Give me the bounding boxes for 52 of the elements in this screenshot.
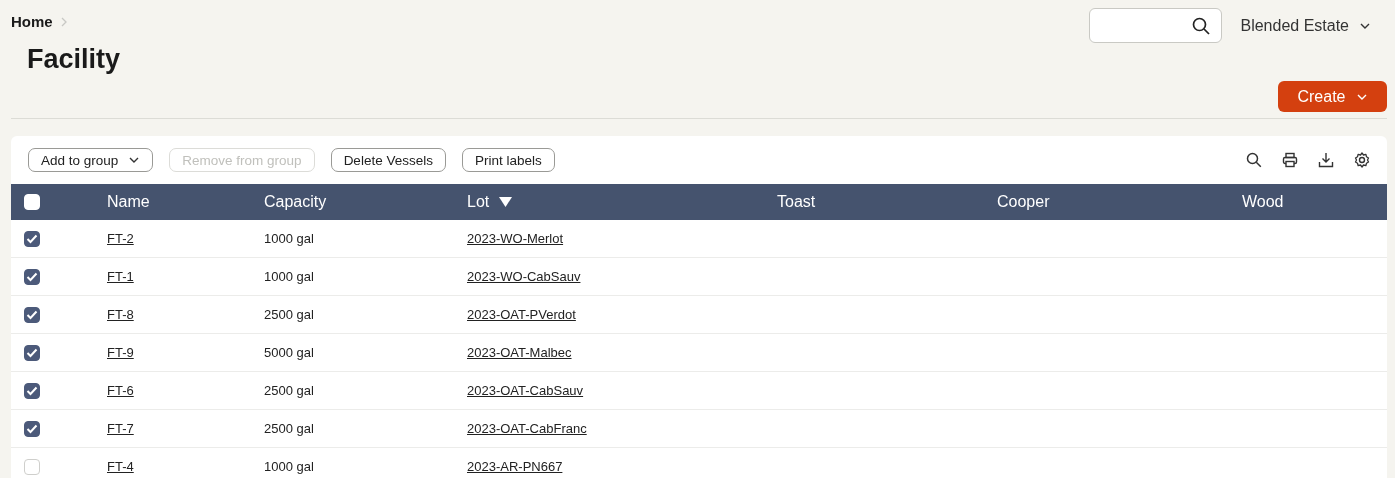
select-all-checkbox[interactable] (24, 194, 40, 210)
toolbar-button[interactable]: Add to group (28, 148, 154, 172)
search-icon[interactable] (1246, 152, 1262, 168)
column-header[interactable]: Toast (777, 193, 816, 211)
lot-link[interactable]: 2023-OAT-CabSauv (467, 383, 584, 398)
vessel-link[interactable]: FT-8 (107, 307, 134, 322)
table-cell: 2500 gal (264, 421, 314, 436)
lot-link[interactable]: 2023-OAT-CabFranc (467, 421, 587, 436)
account-dropdown[interactable]: Blended Estate (1240, 16, 1387, 35)
row-checkbox[interactable] (24, 268, 40, 285)
column-header[interactable]: Name (107, 193, 150, 211)
row-checkbox[interactable] (24, 344, 40, 361)
row-checkbox[interactable] (24, 420, 40, 437)
column-header[interactable]: Cooper (997, 193, 1050, 211)
toolbar-button[interactable]: Delete Vessels (330, 148, 446, 172)
table-cell: 1000 gal (264, 269, 314, 284)
search-icon (1192, 16, 1211, 35)
lot-link[interactable]: 2023-WO-Merlot (467, 231, 564, 246)
lot-link[interactable]: 2023-OAT-PVerdot (467, 307, 576, 322)
chevron-down-icon (1355, 92, 1368, 101)
breadcrumb-link[interactable]: Home (11, 13, 53, 30)
create-button[interactable]: Create (1278, 81, 1387, 112)
printer-icon[interactable] (1282, 152, 1298, 168)
vessel-link[interactable]: FT-6 (107, 383, 134, 398)
table-cell: 5000 gal (264, 345, 314, 360)
row-checkbox[interactable] (24, 230, 40, 247)
sort-descending-icon[interactable] (499, 197, 513, 207)
table-cell: 2500 gal (264, 307, 314, 322)
vessel-link[interactable]: FT-1 (107, 269, 134, 284)
page-title: Facility (27, 44, 121, 75)
column-header[interactable]: Capacity (264, 193, 327, 211)
vessel-link[interactable]: FT-7 (107, 421, 134, 436)
vessel-link[interactable]: FT-2 (107, 231, 134, 246)
column-header[interactable]: Wood (1242, 193, 1284, 211)
table-cell: 2500 gal (264, 383, 314, 398)
download-icon[interactable] (1318, 152, 1334, 168)
chevron-down-icon (1359, 21, 1371, 30)
lot-link[interactable]: 2023-OAT-Malbec (467, 345, 572, 360)
row-checkbox[interactable] (24, 306, 40, 323)
search-field[interactable] (1089, 8, 1223, 43)
column-header[interactable]: Lot (467, 193, 490, 211)
settings-icon[interactable] (1354, 152, 1370, 168)
lot-link[interactable]: 2023-WO-CabSauv (467, 269, 581, 284)
table-cell: 1000 gal (264, 459, 314, 474)
lot-link[interactable]: 2023-AR-PN667 (467, 459, 563, 474)
table-cell: 1000 gal (264, 231, 314, 246)
chevron-down-icon (128, 156, 141, 164)
row-checkbox[interactable] (24, 382, 40, 399)
vessel-link[interactable]: FT-9 (107, 345, 134, 360)
vessel-link[interactable]: FT-4 (107, 459, 134, 474)
chevron-right-icon (60, 16, 67, 27)
toolbar-button[interactable]: Print labels (461, 148, 555, 172)
